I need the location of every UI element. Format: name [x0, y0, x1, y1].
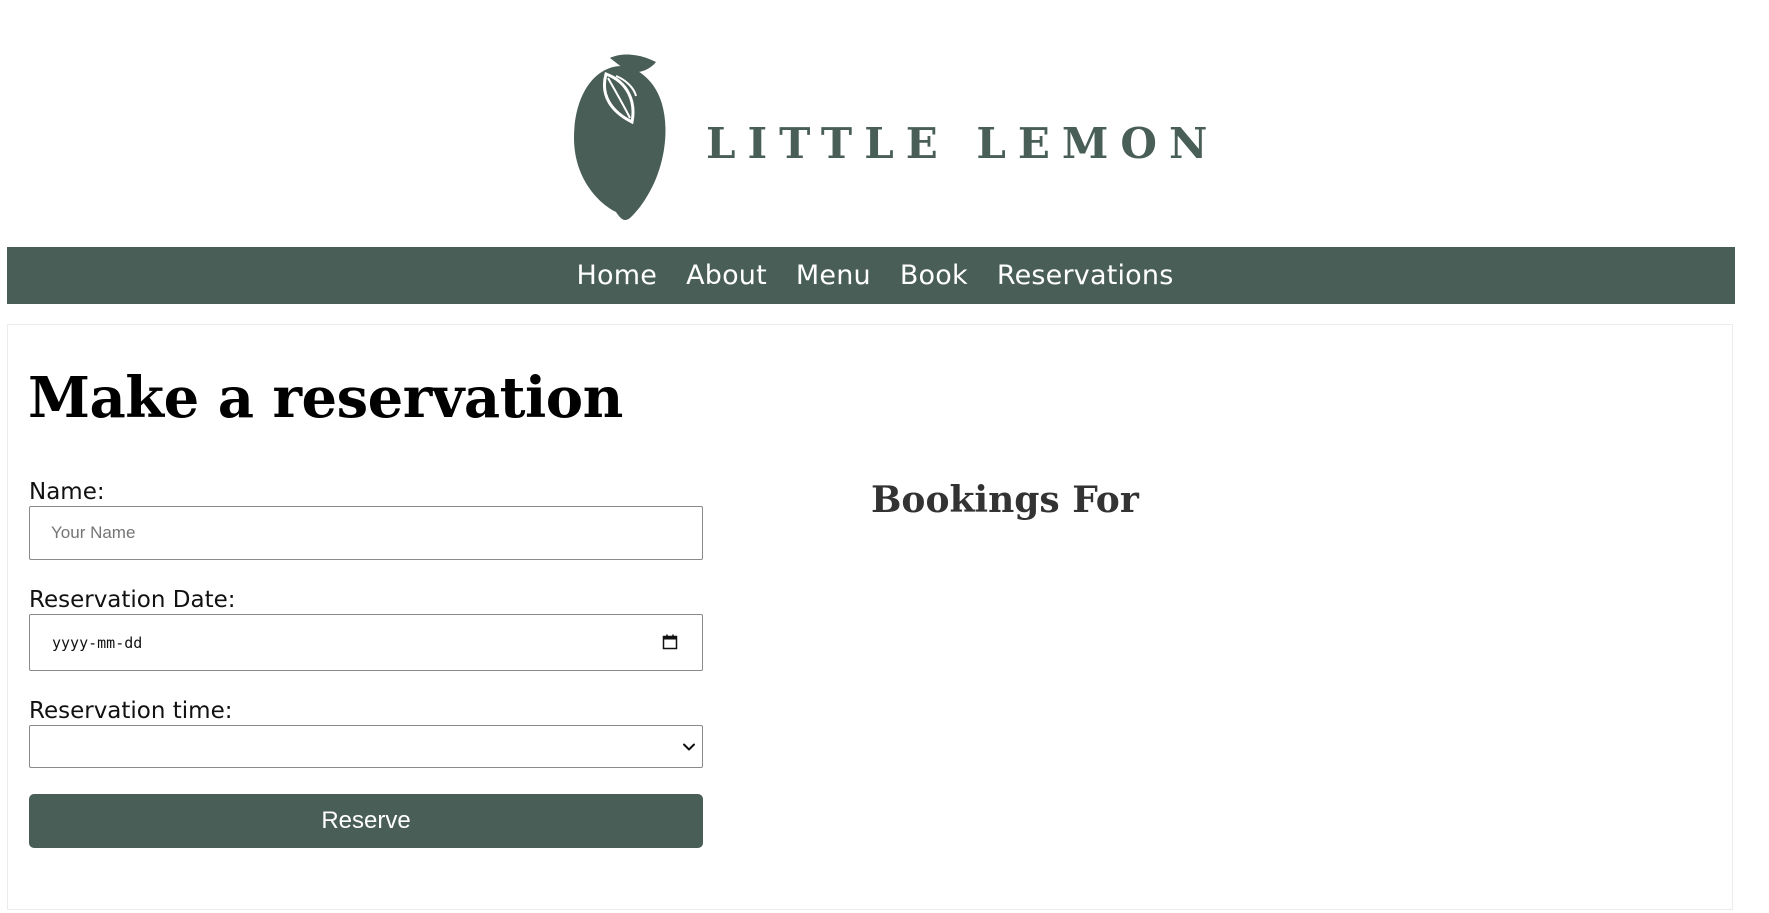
- date-placeholder: yyyy-mm-dd: [52, 633, 143, 652]
- nav-link-book[interactable]: Book: [900, 260, 968, 291]
- nav-link-reservations[interactable]: Reservations: [997, 260, 1174, 291]
- lemon-icon: [574, 54, 666, 221]
- nav-link-menu[interactable]: Menu: [796, 260, 871, 291]
- page-title: Make a reservation: [28, 365, 623, 431]
- nav-link-home[interactable]: Home: [577, 260, 658, 291]
- bookings-title: Bookings For: [871, 479, 1139, 521]
- date-label: Reservation Date:: [29, 587, 236, 613]
- nav-links: Home About Menu Book Reservations: [569, 260, 1174, 291]
- nav-link-about[interactable]: About: [686, 260, 767, 291]
- logo[interactable]: LITTLE LEMON: [570, 52, 1219, 222]
- time-label: Reservation time:: [29, 698, 233, 724]
- reserve-button[interactable]: Reserve: [29, 794, 703, 848]
- date-input[interactable]: yyyy-mm-dd: [29, 614, 703, 671]
- page: LITTLE LEMON Home About Menu Book Reserv…: [0, 0, 1769, 913]
- reservation-form: Name: Reservation Date: yyyy-mm-dd Reser…: [29, 479, 703, 848]
- reservation-panel: Make a reservation Name: Reservation Dat…: [7, 324, 1733, 910]
- name-input[interactable]: [29, 506, 703, 560]
- main-nav: Home About Menu Book Reservations: [7, 247, 1735, 304]
- name-label: Name:: [29, 479, 105, 505]
- calendar-icon[interactable]: [662, 634, 678, 650]
- time-select[interactable]: [29, 725, 703, 768]
- brand-name: LITTLE LEMON: [706, 118, 1220, 168]
- chevron-down-icon: [683, 743, 695, 751]
